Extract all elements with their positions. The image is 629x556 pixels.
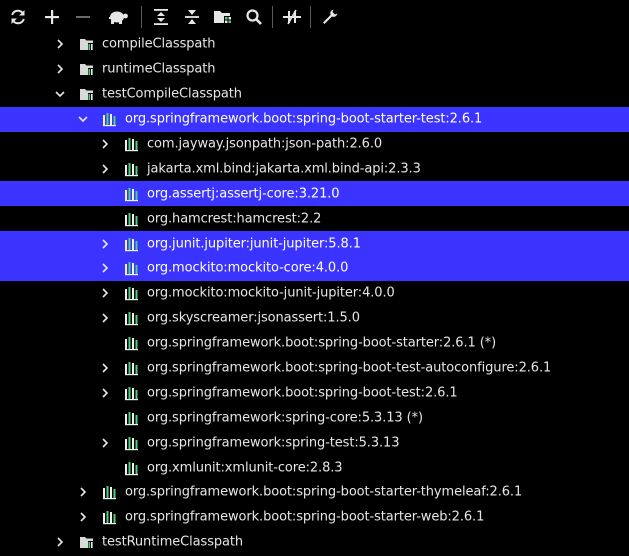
tree-row-label: org.springframework.boot:spring-boot-sta… [125, 484, 523, 500]
library-icon [124, 385, 140, 401]
toolbar-separator [141, 6, 142, 28]
tree-row[interactable]: org.springframework.boot:spring-boot-tes… [0, 380, 629, 405]
tree-row-label: org.assertj:assertj-core:3.21.0 [147, 186, 340, 202]
remove-icon[interactable] [67, 2, 98, 32]
chevron-right-icon[interactable] [98, 311, 112, 325]
wrench-settings-icon[interactable] [314, 2, 345, 32]
toggle-skip-tests-icon[interactable] [276, 2, 307, 32]
tree-row[interactable]: testCompileClasspath [0, 82, 629, 107]
add-icon[interactable] [36, 2, 67, 32]
library-icon [124, 285, 140, 301]
library-icon [124, 435, 140, 451]
tree-row[interactable]: org.junit.jupiter:junit-jupiter:5.8.1 [0, 231, 629, 257]
tree-row-label: org.springframework.boot:spring-boot-sta… [125, 509, 485, 525]
toolbar-separator [310, 6, 311, 28]
library-icon [124, 360, 140, 376]
chevron-right-icon[interactable] [98, 436, 112, 450]
library-icon [102, 111, 118, 127]
tree-row[interactable]: org.springframework.boot:spring-boot-sta… [0, 106, 629, 132]
chevron-right-icon[interactable] [53, 37, 67, 51]
tree-row-label: testRuntimeClasspath [102, 534, 244, 550]
tree-row[interactable]: org.springframework.boot:spring-boot-sta… [0, 480, 629, 505]
turtle-offline-icon[interactable] [98, 2, 138, 32]
config-folder-icon [79, 86, 95, 102]
library-icon [102, 509, 118, 525]
tree-row-label: org.springframework.boot:spring-boot-sta… [125, 111, 483, 127]
chevron-down-icon[interactable] [76, 112, 90, 126]
tree-row[interactable]: org.springframework.boot:spring-boot-sta… [0, 331, 629, 356]
search-icon[interactable] [238, 2, 269, 32]
config-folder-icon [79, 36, 95, 52]
library-icon [124, 211, 140, 227]
config-folder-icon [79, 61, 95, 77]
chevron-right-icon[interactable] [98, 162, 112, 176]
gradle-tool-window: compileClasspath runtimeClasspath testComp… [0, 0, 629, 556]
tree-row-label: testCompileClasspath [102, 86, 242, 102]
library-icon [124, 186, 140, 202]
tree-row[interactable]: com.jayway.jsonpath:json-path:2.6.0 [0, 132, 629, 157]
tree-row[interactable]: org.mockito:mockito-junit-jupiter:4.0.0 [0, 281, 629, 306]
library-icon [124, 136, 140, 152]
chevron-right-icon[interactable] [76, 510, 90, 524]
library-icon [124, 161, 140, 177]
tree-row[interactable]: runtimeClasspath [0, 57, 629, 82]
library-icon [124, 310, 140, 326]
tree-row-label: org.springframework:spring-core:5.3.13 (… [147, 410, 423, 426]
tree-row[interactable]: org.springframework.boot:spring-boot-tes… [0, 356, 629, 381]
tree-row[interactable]: org.mockito:mockito-core:4.0.0 [0, 256, 629, 281]
chevron-right-icon[interactable] [98, 237, 112, 251]
tree-row-label: jakarta.xml.bind:jakarta.xml.bind-api:2.… [147, 161, 421, 177]
tree-row-label: org.springframework.boot:spring-boot-sta… [147, 335, 497, 351]
tree-row-label: runtimeClasspath [102, 61, 216, 77]
config-folder-icon [79, 534, 95, 550]
tree-row[interactable]: org.springframework:spring-core:5.3.13 (… [0, 405, 629, 430]
library-icon [124, 410, 140, 426]
refresh-icon[interactable] [0, 2, 36, 32]
dependency-tree: compileClasspath runtimeClasspath testComp… [0, 32, 629, 555]
tree-row-label: org.springframework.boot:spring-boot-tes… [147, 385, 458, 401]
tree-row-label: compileClasspath [102, 36, 216, 52]
tree-row[interactable]: org.springframework.boot:spring-boot-sta… [0, 505, 629, 530]
library-icon [124, 460, 140, 476]
tree-row[interactable]: compileClasspath [0, 32, 629, 57]
tree-row-label: org.mockito:mockito-core:4.0.0 [147, 260, 349, 276]
tree-row[interactable]: org.springframework:spring-test:5.3.13 [0, 430, 629, 455]
chevron-down-icon[interactable] [53, 87, 67, 101]
chevron-right-icon[interactable] [53, 62, 67, 76]
library-icon [124, 335, 140, 351]
tree-row[interactable]: jakarta.xml.bind:jakarta.xml.bind-api:2.… [0, 156, 629, 181]
collapse-all-icon[interactable] [176, 2, 207, 32]
folder-tasks-icon[interactable] [207, 2, 238, 32]
chevron-right-icon[interactable] [98, 386, 112, 400]
tree-row-label: org.skyscreamer:jsonassert:1.5.0 [147, 310, 360, 326]
tree-row-label: org.springframework.boot:spring-boot-tes… [147, 360, 552, 376]
tree-row[interactable]: org.assertj:assertj-core:3.21.0 [0, 181, 629, 207]
tree-row-label: com.jayway.jsonpath:json-path:2.6.0 [147, 136, 383, 152]
library-icon [102, 484, 118, 500]
chevron-right-icon[interactable] [98, 261, 112, 275]
tree-row[interactable]: org.xmlunit:xmlunit-core:2.8.3 [0, 455, 629, 480]
expand-all-icon[interactable] [145, 2, 176, 32]
chevron-right-icon[interactable] [76, 485, 90, 499]
chevron-right-icon[interactable] [53, 535, 67, 549]
tree-row-label: org.hamcrest:hamcrest:2.2 [147, 211, 322, 227]
tree-row-label: org.springframework:spring-test:5.3.13 [147, 435, 400, 451]
toolbar [0, 0, 629, 34]
tree-row[interactable]: org.hamcrest:hamcrest:2.2 [0, 206, 629, 231]
chevron-right-icon[interactable] [98, 286, 112, 300]
tree-row[interactable]: testRuntimeClasspath [0, 530, 629, 555]
toolbar-separator [272, 6, 273, 28]
tree-row[interactable]: org.skyscreamer:jsonassert:1.5.0 [0, 306, 629, 331]
tree-row-label: org.junit.jupiter:junit-jupiter:5.8.1 [147, 236, 361, 252]
library-icon [124, 260, 140, 276]
library-icon [124, 236, 140, 252]
chevron-right-icon[interactable] [98, 361, 112, 375]
tree-row-label: org.mockito:mockito-junit-jupiter:4.0.0 [147, 285, 395, 301]
chevron-right-icon[interactable] [98, 137, 112, 151]
tree-row-label: org.xmlunit:xmlunit-core:2.8.3 [147, 460, 343, 476]
